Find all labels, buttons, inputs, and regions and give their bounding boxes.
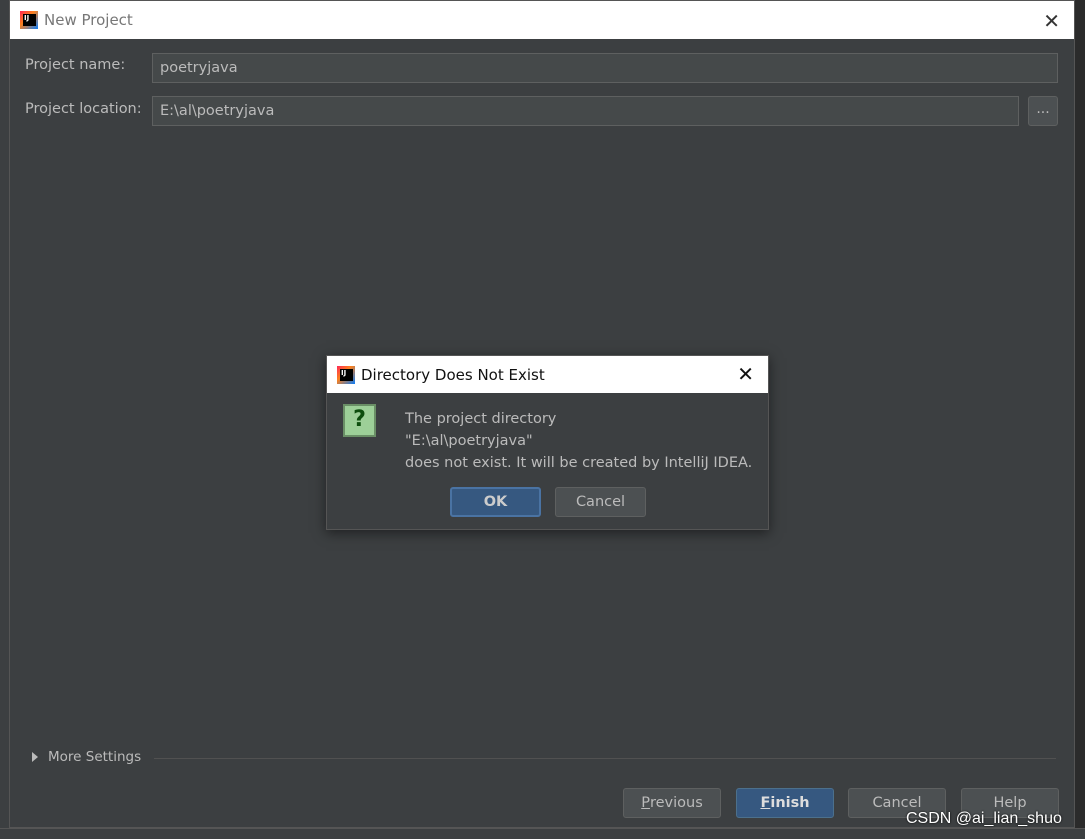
directory-not-exist-dialog: Directory Does Not Exist ✕ ? The project… xyxy=(326,355,769,530)
message-line: does not exist. It will be created by In… xyxy=(405,455,753,471)
project-name-input[interactable]: poetryjava xyxy=(152,53,1058,83)
intellij-logo-icon xyxy=(20,11,38,29)
dialog-cancel-button[interactable]: Cancel xyxy=(555,487,646,517)
project-location-row: Project location: xyxy=(25,101,142,117)
title-bar: New Project ✕ xyxy=(10,1,1074,39)
question-icon: ? xyxy=(343,404,376,437)
more-settings-label: More Settings xyxy=(48,749,142,765)
divider xyxy=(154,758,1056,759)
message-line: The project directory xyxy=(405,411,557,427)
dialog-title: Directory Does Not Exist xyxy=(361,365,545,384)
finish-button[interactable]: Finish xyxy=(736,788,834,818)
previous-mnemonic: P xyxy=(641,795,650,811)
project-name-label: Project name: xyxy=(25,57,126,73)
intellij-logo-icon xyxy=(337,365,355,384)
expand-triangle-icon xyxy=(32,752,38,762)
finish-label: inish xyxy=(770,795,810,811)
project-location-label: Project location: xyxy=(25,101,142,117)
window-title: New Project xyxy=(44,11,133,29)
browse-button[interactable]: ... xyxy=(1028,96,1058,126)
close-icon[interactable]: ✕ xyxy=(737,362,754,386)
more-settings-toggle[interactable]: More Settings xyxy=(32,749,141,765)
background-status-bar xyxy=(0,828,1085,839)
ok-button[interactable]: OK xyxy=(450,487,541,517)
message-line: "E:\al\poetryjava" xyxy=(405,433,533,449)
background-ide xyxy=(0,0,9,839)
project-location-input[interactable]: E:\al\poetryjava xyxy=(152,96,1019,126)
dialog-message: The project directory "E:\al\poetryjava"… xyxy=(405,408,752,474)
close-icon[interactable]: ✕ xyxy=(1043,9,1060,33)
previous-label: revious xyxy=(649,795,703,811)
finish-mnemonic: F xyxy=(760,795,771,811)
previous-button[interactable]: Previous xyxy=(623,788,721,818)
dialog-title-bar: Directory Does Not Exist ✕ xyxy=(327,356,768,393)
watermark: CSDN @ai_lian_shuo xyxy=(906,810,1062,827)
project-name-row: Project name: xyxy=(25,57,125,73)
